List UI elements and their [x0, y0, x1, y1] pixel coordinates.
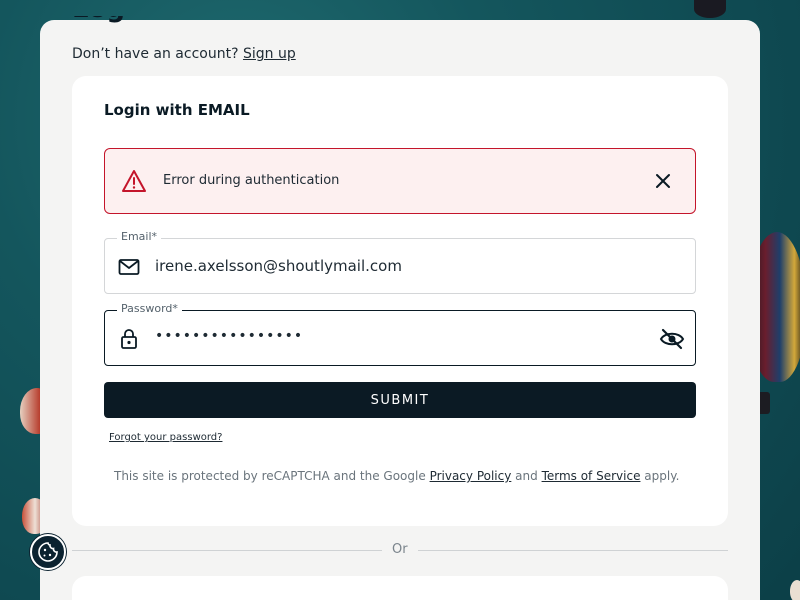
- email-value: irene.axelsson@shoutlymail.com: [155, 257, 402, 275]
- password-value: ••••••••••••••••: [155, 328, 304, 344]
- forgot-password-link[interactable]: Forgot your password?: [109, 432, 222, 443]
- submit-button[interactable]: SUBMIT: [104, 382, 696, 418]
- recaptcha-suffix: apply.: [640, 469, 680, 483]
- warning-icon: [122, 170, 146, 192]
- mail-icon: [118, 259, 140, 275]
- alternate-login-card: [72, 576, 728, 600]
- lock-icon: [121, 329, 137, 349]
- recaptcha-prefix: This site is protected by reCAPTCHA and …: [114, 469, 430, 483]
- error-message: Error during authentication: [163, 173, 340, 188]
- recaptcha-and: and: [511, 469, 542, 483]
- login-title: Login with EMAIL: [104, 101, 250, 119]
- privacy-policy-link[interactable]: Privacy Policy: [430, 469, 512, 483]
- email-login-card: Login with EMAIL Error during authentica…: [72, 76, 728, 526]
- terms-of-service-link[interactable]: Terms of Service: [542, 469, 641, 483]
- email-label: Email*: [117, 230, 162, 243]
- error-alert: Error during authentication: [104, 148, 696, 214]
- password-field[interactable]: Password* ••••••••••••••••: [104, 302, 696, 366]
- cookie-icon: [38, 542, 58, 562]
- recaptcha-notice: This site is protected by reCAPTCHA and …: [114, 469, 679, 483]
- divider-line: [72, 550, 382, 551]
- balloon-image: [790, 580, 800, 600]
- page-title: Log: [72, 0, 126, 24]
- divider-line: [418, 550, 728, 551]
- signup-prompt-text: Don’t have an account?: [72, 46, 239, 62]
- signup-prompt: Don’t have an account? Sign up: [72, 46, 296, 62]
- eye-off-icon[interactable]: [659, 327, 685, 351]
- divider-label: Or: [392, 542, 408, 557]
- close-icon[interactable]: [651, 169, 675, 193]
- cookie-settings-button[interactable]: [30, 534, 66, 570]
- email-field[interactable]: Email* irene.axelsson@shoutlymail.com: [104, 230, 696, 294]
- signup-link[interactable]: Sign up: [243, 46, 296, 62]
- balloon-image: [694, 0, 726, 18]
- password-label: Password*: [117, 302, 182, 315]
